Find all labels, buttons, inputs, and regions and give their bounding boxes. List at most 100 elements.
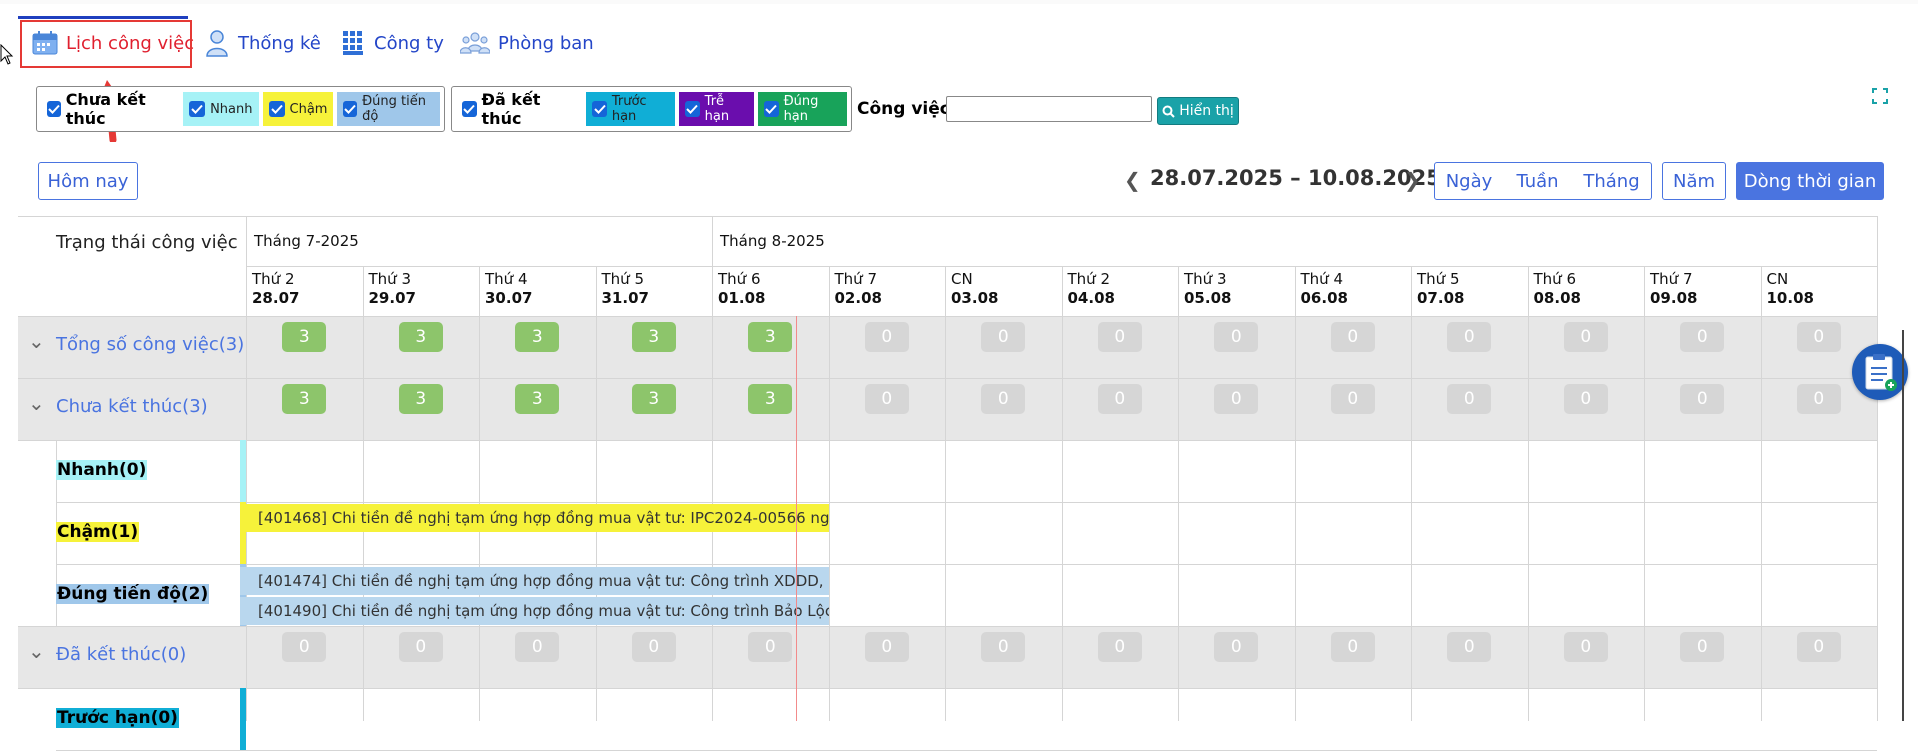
count-badge[interactable]: 0	[981, 322, 1026, 352]
count-badge[interactable]: 3	[398, 384, 443, 414]
chevron-down-icon[interactable]: ⌄	[28, 391, 45, 415]
grid-line	[18, 316, 1877, 317]
day-of-week: Thứ 2	[252, 270, 295, 288]
count-badge[interactable]: 0	[1330, 632, 1375, 662]
grid-line	[1294, 266, 1296, 721]
count-badge[interactable]: 0	[398, 632, 443, 662]
count-badge[interactable]: 0	[1330, 322, 1375, 352]
count-badge[interactable]: 0	[1214, 322, 1259, 352]
day-column-header: Thứ 3 05.08	[1184, 270, 1231, 308]
day-column-header: Thứ 4 30.07	[485, 270, 532, 308]
count-badge[interactable]: 0	[864, 632, 909, 662]
day-date: 09.08	[1650, 289, 1698, 307]
group-toggle-0[interactable]: ⌄ Tổng số công việc(3)	[28, 329, 245, 356]
prev-range-icon[interactable]: ❮	[1124, 168, 1141, 192]
building-grid-icon	[340, 30, 366, 56]
count-badge[interactable]: 0	[1447, 632, 1492, 662]
filter-open-checkbox[interactable]: Chưa kết thúc	[41, 90, 179, 128]
view-day-button[interactable]: Ngày	[1434, 162, 1504, 200]
day-of-week: Thứ 5	[1417, 270, 1460, 288]
count-badge[interactable]: 0	[1796, 322, 1841, 352]
count-badge[interactable]: 0	[864, 384, 909, 414]
count-badge[interactable]: 0	[1680, 322, 1725, 352]
count-badge[interactable]: 0	[1447, 322, 1492, 352]
nav-label: Thống kê	[238, 32, 321, 54]
chevron-down-icon[interactable]: ⌄	[28, 639, 45, 663]
count-badge[interactable]: 0	[981, 632, 1026, 662]
search-icon	[1162, 105, 1175, 118]
count-badge[interactable]: 0	[1563, 384, 1608, 414]
count-badge[interactable]: 3	[515, 384, 560, 414]
task-event-bar[interactable]: [401490] Chi tiền đề nghị tạm ứng hợp đồ…	[240, 597, 829, 625]
group-toggle-1[interactable]: ⌄ Chưa kết thúc(3)	[28, 391, 208, 418]
day-date: 30.07	[485, 289, 533, 307]
filter-chip-fast[interactable]: Nhanh	[183, 92, 259, 126]
group-toggle-2[interactable]: ⌄ Đã kết thúc(0)	[28, 639, 186, 666]
count-badge[interactable]: 0	[282, 632, 327, 662]
grid-line	[712, 216, 713, 721]
count-badge[interactable]: 0	[1680, 384, 1725, 414]
count-badge[interactable]: 0	[748, 632, 793, 662]
grid-line	[1644, 266, 1645, 721]
filter-closed-checkbox[interactable]: Đã kết thúc	[456, 90, 582, 128]
job-search-input[interactable]	[946, 96, 1152, 122]
filter-chip-slow[interactable]: Chậm	[262, 92, 334, 126]
fullscreen-icon[interactable]	[1872, 88, 1888, 104]
grid-line	[1527, 266, 1529, 721]
filter-chip-early[interactable]: Trước hạn	[586, 92, 676, 126]
today-button[interactable]: Hôm nay	[38, 162, 138, 200]
count-badge[interactable]: 0	[1097, 322, 1142, 352]
count-badge[interactable]: 0	[1214, 632, 1259, 662]
filter-group-open: Chưa kết thúc Nhanh Chậm Đúng tiến độ	[36, 86, 445, 132]
view-month-button[interactable]: Tháng	[1572, 162, 1652, 200]
count-badge[interactable]: 0	[1097, 632, 1142, 662]
nav-item-company[interactable]: Công ty	[340, 24, 444, 62]
count-badge[interactable]: 0	[1796, 632, 1841, 662]
people-group-icon	[460, 30, 490, 56]
count-badge[interactable]: 0	[1680, 632, 1725, 662]
add-task-button[interactable]	[1852, 344, 1908, 400]
day-of-week: Thứ 2	[1067, 270, 1111, 288]
grid-line	[828, 266, 830, 721]
count-badge[interactable]: 0	[515, 632, 560, 662]
count-badge[interactable]: 0	[631, 632, 676, 662]
checkbox-checked-icon	[343, 101, 358, 117]
count-badge[interactable]: 3	[631, 322, 676, 352]
filter-chip-on-schedule[interactable]: Đúng tiến độ	[337, 92, 440, 126]
count-badge[interactable]: 3	[282, 384, 327, 414]
task-event-bar[interactable]: [401474] Chi tiền đề nghị tạm ứng hợp đồ…	[240, 567, 829, 595]
timeline-view-button[interactable]: Dòng thời gian	[1736, 162, 1884, 200]
nav-item-department[interactable]: Phòng ban	[460, 24, 594, 62]
nav-item-statistics[interactable]: Thống kê	[204, 24, 321, 62]
count-badge[interactable]: 0	[1447, 384, 1492, 414]
count-badge[interactable]: 3	[398, 322, 443, 352]
filter-chip-on-time[interactable]: Đúng hạn	[758, 92, 847, 126]
count-badge[interactable]: 3	[515, 322, 560, 352]
count-badge[interactable]: 0	[1330, 384, 1375, 414]
grid-line	[362, 266, 364, 721]
count-badge[interactable]: 0	[1796, 384, 1841, 414]
group-label: Tổng số công việc(3)	[56, 334, 245, 355]
task-event-bar[interactable]: [401468] Chi tiền đề nghị tạm ứng hợp đồ…	[240, 504, 829, 532]
count-badge[interactable]: 3	[748, 384, 793, 414]
show-button[interactable]: Hiển thị	[1157, 97, 1239, 125]
chevron-down-icon[interactable]: ⌄	[28, 329, 45, 353]
filter-chip-late[interactable]: Trễ hạn	[679, 92, 755, 126]
view-year-button[interactable]: Năm	[1662, 162, 1726, 200]
count-badge[interactable]: 3	[748, 322, 793, 352]
count-badge[interactable]: 0	[1214, 384, 1259, 414]
month-header: Tháng 7-2025	[254, 232, 359, 250]
vertical-scrollbar[interactable]	[1902, 330, 1904, 721]
view-week-button[interactable]: Tuần	[1503, 162, 1573, 200]
count-badge[interactable]: 3	[631, 384, 676, 414]
count-badge[interactable]: 0	[1097, 384, 1142, 414]
count-badge[interactable]: 0	[1563, 632, 1608, 662]
count-badge[interactable]: 0	[864, 322, 909, 352]
user-icon	[204, 30, 230, 57]
count-badge[interactable]: 0	[1563, 322, 1608, 352]
next-range-icon[interactable]: ❯	[1404, 168, 1421, 192]
day-column-header: Thứ 7 09.08	[1650, 270, 1697, 308]
count-badge[interactable]: 3	[282, 322, 327, 352]
count-badge[interactable]: 0	[981, 384, 1026, 414]
grid-line	[18, 216, 1877, 217]
